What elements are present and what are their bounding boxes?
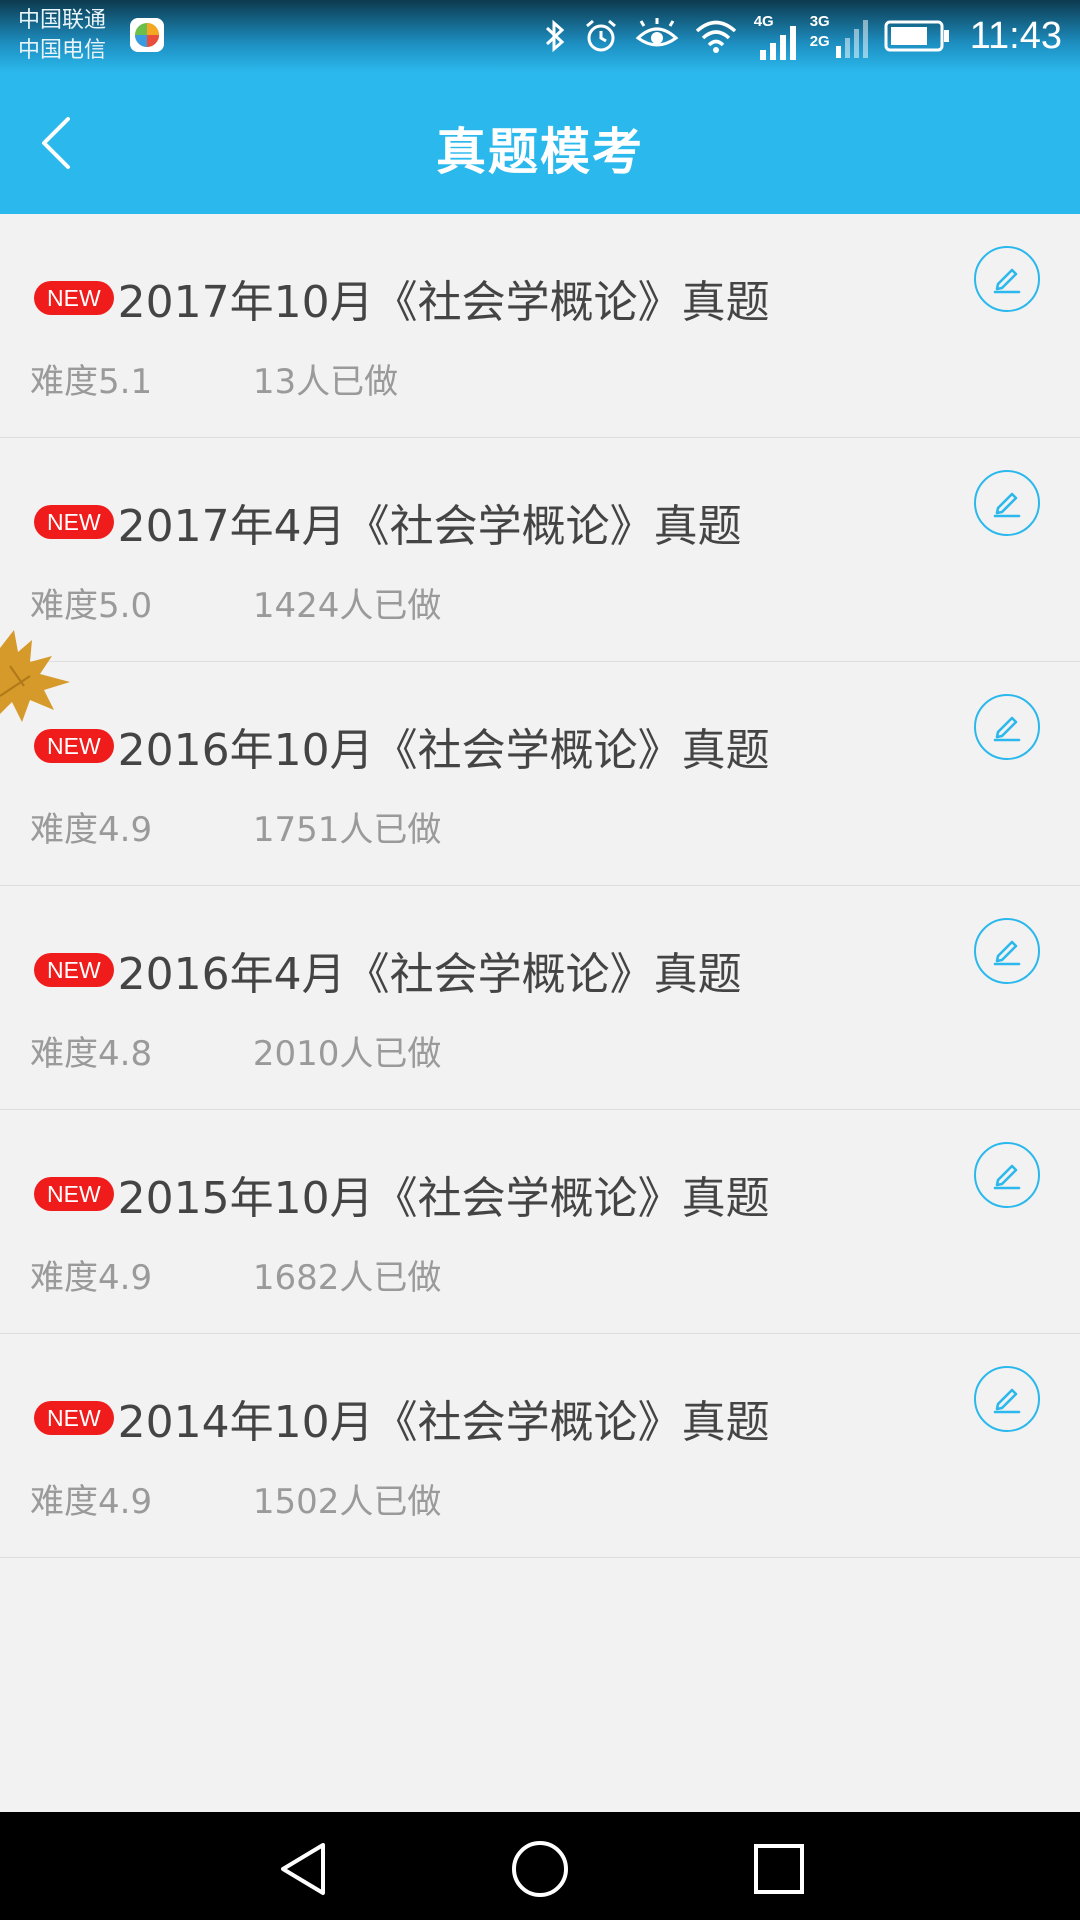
start-exam-button[interactable]	[974, 470, 1040, 536]
net-label-3g: 3G	[809, 13, 830, 30]
square-recents-icon	[754, 1844, 804, 1894]
eye-comfort-icon	[635, 18, 679, 47]
exam-meta: 难度4.9 1502人已做	[30, 1474, 441, 1523]
done-count: 1424人已做	[252, 586, 442, 626]
difficulty-label: 难度4.9	[30, 1482, 153, 1522]
exam-meta: 难度4.8 2010人已做	[30, 1026, 441, 1075]
start-exam-button[interactable]	[974, 918, 1040, 984]
net-label-2g: 2G	[809, 33, 830, 50]
done-count: 1502人已做	[252, 1482, 442, 1522]
pencil-icon	[993, 1164, 1021, 1190]
pencil-icon	[993, 940, 1021, 966]
app-notification-icon	[130, 18, 164, 52]
alarm-icon	[585, 19, 616, 52]
difficulty-label: 难度5.1	[30, 362, 153, 402]
done-count: 1682人已做	[252, 1258, 442, 1298]
clock: 11:43	[969, 14, 1062, 57]
done-count: 13人已做	[252, 362, 399, 402]
exam-title: 2015年10月《社会学概论》真题	[117, 1173, 770, 1224]
new-badge: NEW	[34, 505, 114, 539]
exam-title: 2016年10月《社会学概论》真题	[117, 725, 770, 776]
exam-meta: 难度4.9 1682人已做	[30, 1250, 441, 1299]
exam-title: 2014年10月《社会学概论》真题	[117, 1397, 770, 1448]
exam-list-item[interactable]: NEW 2015年10月《社会学概论》真题 难度4.9 1682人已做	[0, 1110, 1080, 1334]
nav-back-button[interactable]	[270, 1836, 336, 1902]
exam-title-row: NEW 2014年10月《社会学概论》真题	[34, 1386, 770, 1450]
exam-meta: 难度4.9 1751人已做	[30, 802, 441, 851]
new-badge: NEW	[34, 953, 114, 987]
done-count: 2010人已做	[252, 1034, 442, 1074]
exam-title: 2017年10月《社会学概论》真题	[117, 277, 770, 328]
carrier-2: 中国电信	[18, 38, 107, 63]
new-badge: NEW	[34, 1401, 114, 1435]
exam-title: 2016年4月《社会学概论》真题	[117, 949, 742, 1000]
maple-leaf-decoration	[0, 630, 70, 722]
exam-list: NEW 2017年10月《社会学概论》真题 难度5.1 13人已做 NEW 20…	[0, 214, 1080, 1558]
difficulty-label: 难度4.9	[30, 810, 153, 850]
carrier-1: 中国联通	[18, 8, 107, 33]
pencil-icon	[993, 492, 1021, 518]
wifi-icon	[695, 20, 736, 53]
signal-4g: 4G	[752, 12, 796, 60]
nav-home-button[interactable]	[507, 1836, 573, 1902]
exam-meta: 难度5.0 1424人已做	[30, 578, 441, 627]
exam-meta: 难度5.1 13人已做	[30, 354, 398, 403]
exam-list-item[interactable]: NEW 2017年10月《社会学概论》真题 难度5.1 13人已做	[0, 214, 1080, 438]
status-icons: 4G 3G 2G 11:43	[542, 8, 1062, 64]
done-count: 1751人已做	[252, 810, 442, 850]
signal-3g-2g: 3G 2G	[810, 12, 870, 60]
app-header: 真题模考	[0, 72, 1080, 214]
pencil-icon	[993, 268, 1021, 294]
exam-title-row: NEW 2016年10月《社会学概论》真题	[34, 714, 770, 778]
new-badge: NEW	[34, 1177, 114, 1211]
exam-title: 2017年4月《社会学概论》真题	[117, 501, 742, 552]
system-nav-bar	[0, 1812, 1080, 1920]
status-bar: 中国联通 中国电信 4G 3G 2G 11:43	[0, 0, 1080, 72]
pencil-icon	[993, 1388, 1021, 1414]
exam-title-row: NEW 2016年4月《社会学概论》真题	[34, 938, 742, 1002]
bluetooth-icon	[545, 19, 564, 53]
exam-list-item[interactable]: NEW 2016年10月《社会学概论》真题 难度4.9 1751人已做	[0, 662, 1080, 886]
triangle-back-icon	[281, 1843, 325, 1895]
carrier-info: 中国联通 中国电信	[18, 6, 106, 66]
difficulty-label: 难度4.9	[30, 1258, 153, 1298]
start-exam-button[interactable]	[974, 1366, 1040, 1432]
battery-icon	[884, 20, 949, 52]
page-title: 真题模考	[436, 123, 644, 181]
exam-title-row: NEW 2015年10月《社会学概论》真题	[34, 1162, 770, 1226]
signal-bars-2-icon	[835, 20, 868, 58]
start-exam-button[interactable]	[974, 246, 1040, 312]
exam-title-row: NEW 2017年10月《社会学概论》真题	[34, 266, 770, 330]
circle-home-icon	[512, 1841, 568, 1897]
difficulty-label: 难度4.8	[30, 1034, 153, 1074]
exam-list-item[interactable]: NEW 2017年4月《社会学概论》真题 难度5.0 1424人已做	[0, 438, 1080, 662]
signal-bars-icon	[759, 26, 796, 60]
start-exam-button[interactable]	[974, 1142, 1040, 1208]
new-badge: NEW	[34, 281, 114, 315]
nav-recents-button[interactable]	[746, 1836, 812, 1902]
difficulty-label: 难度5.0	[30, 586, 153, 626]
pencil-icon	[993, 716, 1021, 742]
exam-title-row: NEW 2017年4月《社会学概论》真题	[34, 490, 742, 554]
exam-list-item[interactable]: NEW 2014年10月《社会学概论》真题 难度4.9 1502人已做	[0, 1334, 1080, 1558]
exam-list-item[interactable]: NEW 2016年4月《社会学概论》真题 难度4.8 2010人已做	[0, 886, 1080, 1110]
start-exam-button[interactable]	[974, 694, 1040, 760]
